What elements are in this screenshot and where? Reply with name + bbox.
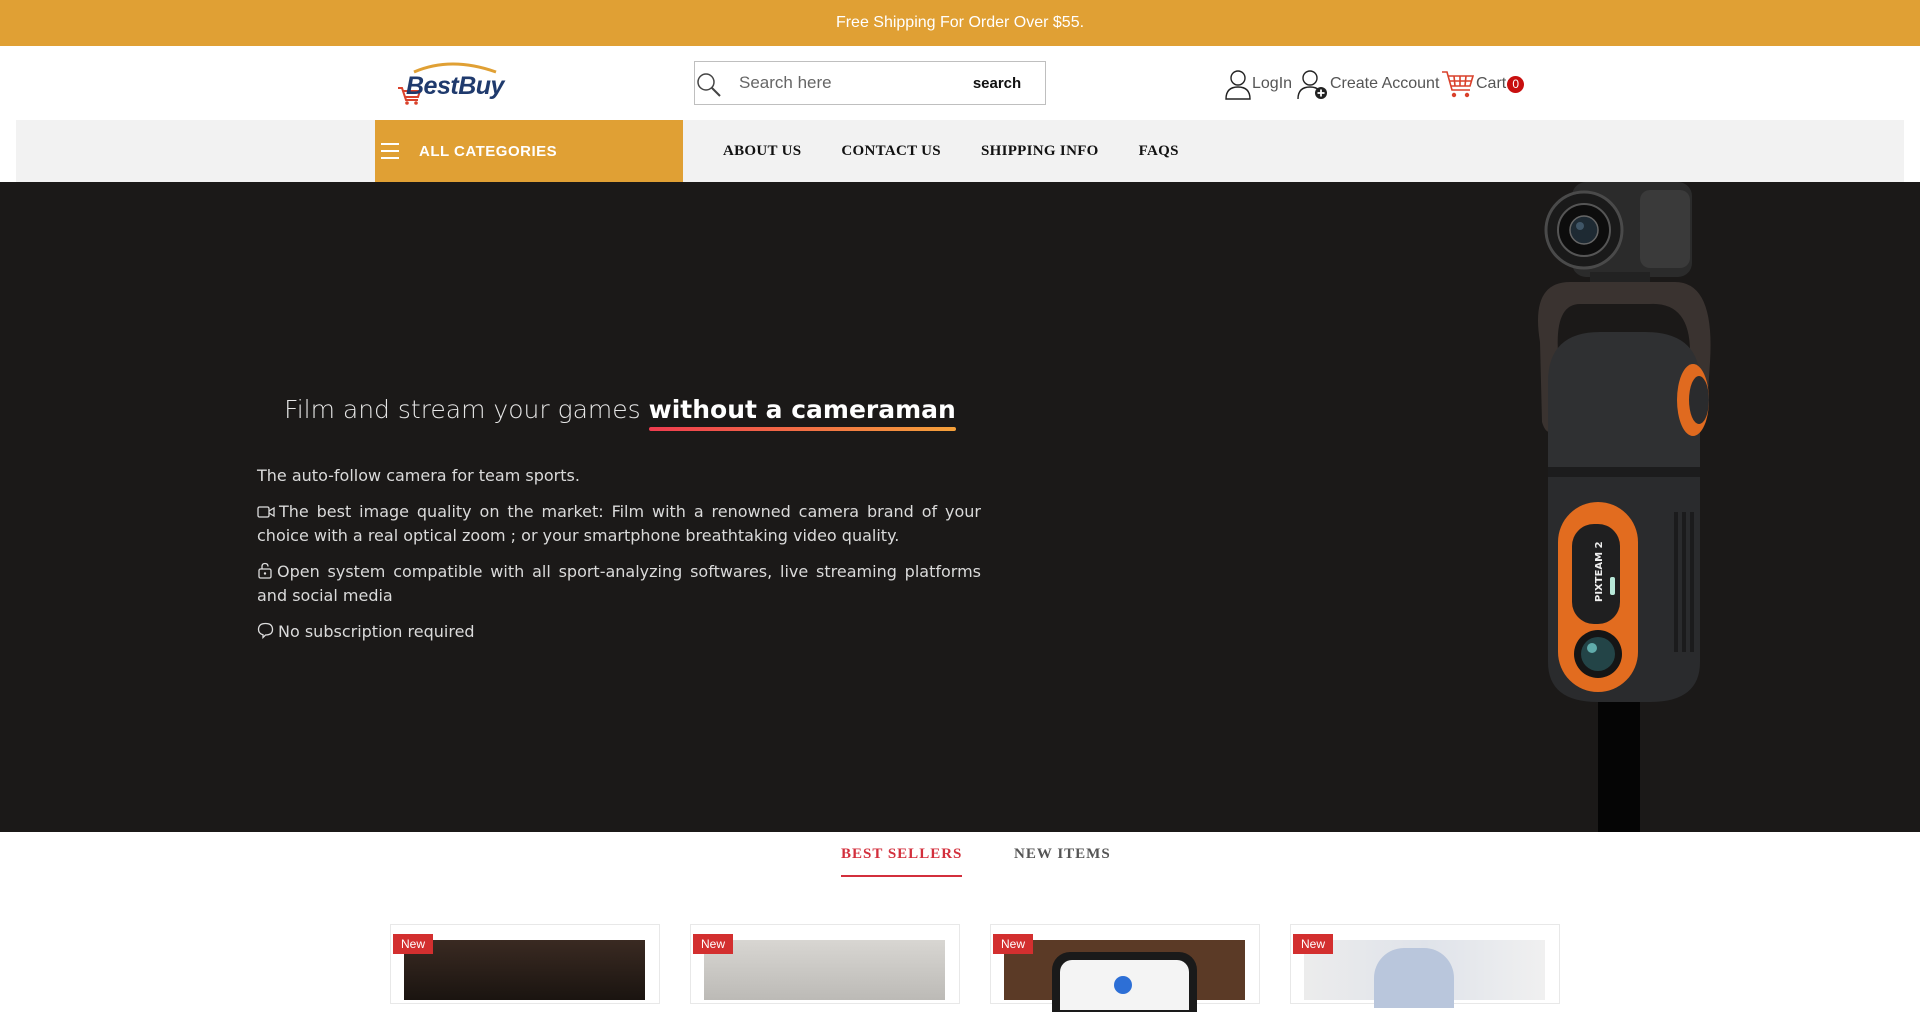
video-camera-icon <box>257 506 275 518</box>
product-image[interactable] <box>704 940 945 1000</box>
hero-banner: Film and stream your games without a cam… <box>0 182 1920 832</box>
hero-line-2-text: The best image quality on the market: Fi… <box>257 502 981 545</box>
announcement-text: Free Shipping For Order Over $55. <box>835 14 1085 31</box>
hero-line-image-quality: The best image quality on the market: Fi… <box>257 500 981 548</box>
hero-line-open-system: Open system compatible with all sport-an… <box>257 560 981 608</box>
search-button[interactable]: search <box>957 62 1037 104</box>
nav-link-contact-us[interactable]: CONTACT US <box>841 143 941 160</box>
search-box: search <box>694 61 1046 105</box>
search-input[interactable] <box>739 62 959 104</box>
hamburger-icon <box>381 143 399 159</box>
login-link[interactable]: LogIn <box>1224 66 1292 102</box>
new-badge: New <box>1293 934 1334 954</box>
site-header: BestBuy search LogIn Create Account <box>0 46 1920 120</box>
product-image[interactable] <box>1004 940 1245 1012</box>
create-account-label: Create Account <box>1330 75 1440 92</box>
tab-best-sellers[interactable]: BEST SELLERS <box>841 846 963 877</box>
search-icon[interactable] <box>695 70 723 98</box>
new-badge: New <box>693 934 734 954</box>
add-user-icon <box>1297 70 1327 100</box>
hero-title: Film and stream your games without a cam… <box>0 395 1240 431</box>
user-icon <box>1225 70 1251 100</box>
tab-new-items[interactable]: NEW ITEMS <box>1014 846 1111 863</box>
nav-links: ABOUT US CONTACT US SHIPPING INFO FAQS <box>723 120 1219 182</box>
cart-label: Cart <box>1476 75 1507 92</box>
product-card[interactable]: New <box>1290 924 1560 1008</box>
main-nav: ALL CATEGORIES ABOUT US CONTACT US SHIPP… <box>16 120 1904 182</box>
svg-text:PIXTEAM 2: PIXTEAM 2 <box>1594 541 1605 602</box>
create-account-link[interactable]: Create Account <box>1296 66 1439 102</box>
hero-line-1-text: The auto-follow camera for team sports. <box>257 466 580 485</box>
hero-line-no-subscription: No subscription required <box>257 620 981 644</box>
hero-line-4-text: No subscription required <box>278 622 475 641</box>
hero-line-tagline: The auto-follow camera for team sports. <box>257 464 981 488</box>
hero-title-highlight: without a cameraman <box>648 395 957 431</box>
login-label: LogIn <box>1252 75 1293 92</box>
product-card[interactable]: New <box>990 924 1260 1012</box>
unlock-icon <box>258 562 272 579</box>
product-image[interactable] <box>1304 940 1545 1008</box>
product-card[interactable]: New <box>690 924 960 1004</box>
cart-icon <box>1442 71 1475 98</box>
hero-line-3-text: Open system compatible with all sport-an… <box>257 562 981 605</box>
site-logo[interactable]: BestBuy <box>396 60 506 106</box>
chat-bubble-icon <box>257 622 274 639</box>
all-categories-label: ALL CATEGORIES <box>419 142 558 160</box>
hero-title-plain: Film and stream your games <box>284 395 649 424</box>
new-badge: New <box>393 934 434 954</box>
logo-text-buy: Buy <box>458 72 504 100</box>
cart-count-badge: 0 <box>1507 75 1525 93</box>
new-badge: New <box>993 934 1034 954</box>
logo-text-best: Best <box>406 72 459 100</box>
product-tabs: BEST SELLERS NEW ITEMS <box>0 832 1920 882</box>
nav-link-shipping-info[interactable]: SHIPPING INFO <box>981 143 1099 160</box>
product-image[interactable] <box>404 940 645 1000</box>
hero-description: The auto-follow camera for team sports. … <box>257 464 981 656</box>
all-categories-button[interactable]: ALL CATEGORIES <box>375 120 683 182</box>
nav-link-faqs[interactable]: FAQS <box>1139 143 1179 160</box>
auto-follow-camera-image: PIXTEAM 2 <box>1538 182 1711 832</box>
nav-link-about-us[interactable]: ABOUT US <box>723 143 801 160</box>
product-card[interactable]: New <box>390 924 660 1004</box>
cart-link[interactable]: Cart 0 <box>1440 66 1525 102</box>
announcement-bar: Free Shipping For Order Over $55. <box>0 0 1920 46</box>
logo-text: BestBuy <box>406 72 504 101</box>
